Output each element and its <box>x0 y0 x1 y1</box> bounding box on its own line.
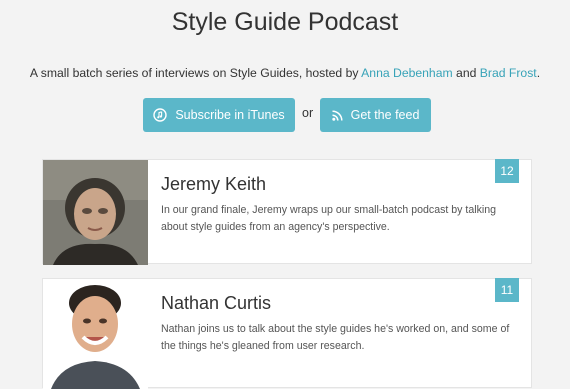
music-note-icon <box>153 108 168 122</box>
intro-suffix: . <box>536 66 541 80</box>
episode-number-badge: 12 <box>495 159 519 183</box>
episode-card[interactable]: 12 Jeremy Keith In our grand finale, Jer… <box>42 159 532 265</box>
subscribe-itunes-button[interactable]: Subscribe in iTunes <box>143 98 295 132</box>
get-feed-label: Get the feed <box>350 108 420 122</box>
host-link-brad[interactable]: Brad Frost <box>480 66 537 80</box>
or-text: or <box>302 106 314 120</box>
episode-number-badge: 11 <box>495 278 519 302</box>
episode-guest-name[interactable]: Jeremy Keith <box>161 174 266 195</box>
intro-and: and <box>456 66 477 80</box>
get-feed-button[interactable]: Get the feed <box>320 98 431 132</box>
intro-text: A small batch series of interviews on St… <box>0 66 570 80</box>
subscribe-itunes-label: Subscribe in iTunes <box>175 108 285 122</box>
intro-prefix: A small batch series of interviews on St… <box>29 66 359 80</box>
host-link-anna[interactable]: Anna Debenham <box>361 66 452 80</box>
episode-description: In our grand finale, Jeremy wraps up our… <box>161 204 497 233</box>
episode-guest-name[interactable]: Nathan Curtis <box>161 293 271 314</box>
episode-description: Nathan joins us to talk about the style … <box>161 323 510 352</box>
avatar <box>43 160 148 265</box>
rss-icon <box>331 109 343 121</box>
episode-card[interactable]: 11 Nathan Curtis Nathan joins us to talk… <box>42 278 532 389</box>
page-title: Style Guide Podcast <box>171 8 399 36</box>
